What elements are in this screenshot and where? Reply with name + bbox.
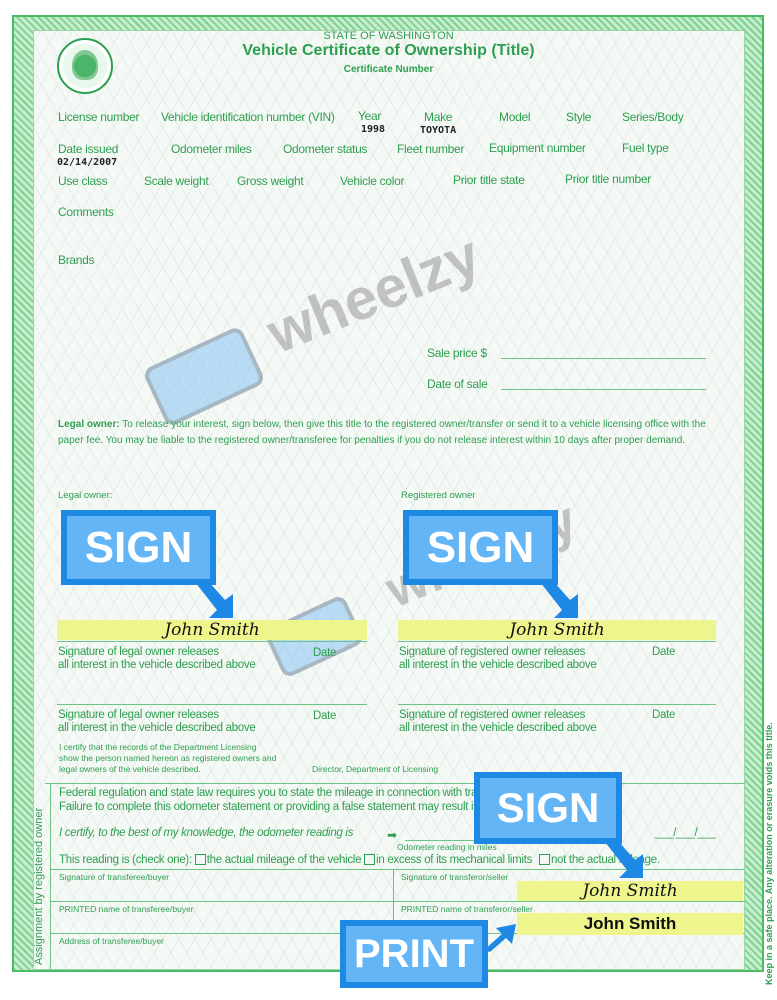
legal-sig1-caption-2: all interest in the vehicle described ab… (58, 659, 256, 671)
sign-callout-label: SIGN (67, 516, 210, 579)
print-callout: PRINT (340, 920, 488, 988)
legal-sig2-caption-2: all interest in the vehicle described ab… (58, 722, 256, 734)
sign-callout-seller: SIGN (474, 772, 622, 844)
prior-title-number-label: Prior title number (565, 172, 651, 186)
gross-weight-label: Gross weight (237, 174, 304, 188)
date-issued-label: Date issued (58, 142, 119, 156)
transferor-printed-field[interactable]: John Smith (517, 913, 743, 935)
opt-excess-label: in excess of its mechanical limits (376, 854, 533, 866)
legal-sig1-caption-1: Signature of legal owner releases (58, 646, 219, 658)
make-value: TOYOTA (420, 125, 457, 136)
equipment-number-label: Equipment number (489, 141, 586, 155)
license-number-label: License number (58, 110, 140, 124)
legal-owner-signature-field[interactable]: John Smith (57, 620, 367, 640)
reg-sig1-date: Date (652, 646, 676, 658)
vehicle-color-label: Vehicle color (340, 174, 405, 188)
model-label: Model (499, 110, 531, 124)
registered-owner-signature: John Smith (509, 620, 605, 640)
director-label: Director, Department of Licensing (312, 764, 439, 774)
fuel-type-label: Fuel type (622, 141, 669, 155)
signature-line (57, 641, 367, 642)
registered-owner-signature-2-field[interactable] (398, 704, 716, 705)
sign-callout-registered: SIGN (403, 510, 558, 585)
odometer-miles-label: Odometer miles (171, 142, 252, 156)
transferor-signature-field[interactable]: John Smith (517, 881, 743, 901)
state-name: STATE OF WASHINGTON (323, 30, 454, 42)
odometer-status-label: Odometer status (283, 142, 368, 156)
certify-text-2: show the person named hereon as register… (59, 753, 277, 763)
legal-sig2-date: Date (313, 710, 337, 722)
vin-label: Vehicle identification number (VIN) (161, 110, 335, 124)
legal-owner-label: Legal owner: (58, 490, 113, 501)
excess-limits-checkbox[interactable] (364, 854, 376, 866)
registered-owner-label: Registered owner (401, 490, 476, 501)
use-class-label: Use class (58, 174, 108, 188)
side-note: Keep in a safe place. Any alteration or … (764, 722, 774, 985)
actual-mileage-checkbox[interactable] (194, 854, 206, 866)
reg-sig1-caption-1: Signature of registered owner releases (399, 646, 586, 658)
date-issued-value: 02/14/2007 (57, 157, 118, 168)
certificate-number-label: Certificate Number (343, 64, 434, 75)
print-callout-label: PRINT (346, 926, 482, 982)
not-actual-checkbox[interactable] (538, 854, 550, 866)
date-of-sale-field[interactable] (501, 389, 706, 390)
reg-sig2-date: Date (652, 709, 676, 721)
reg-sig2-caption-2: all interest in the vehicle described ab… (399, 722, 597, 734)
divider (50, 783, 51, 969)
opt-actual-label: the actual mileage of the vehicle (206, 854, 362, 866)
transferee-signature-label: Signature of transferee/buyer (59, 872, 170, 882)
brands-label: Brands (58, 253, 95, 267)
fleet-number-label: Fleet number (397, 142, 465, 156)
comments-label: Comments (58, 205, 114, 219)
document-title: Vehicle Certificate of Ownership (Title) (242, 42, 535, 59)
odometer-certify: I certify, to the best of my knowledge, … (59, 827, 354, 839)
sale-price-field[interactable] (501, 358, 706, 359)
transferor-printed-name: John Smith (583, 914, 677, 933)
date-of-sale-label: Date of sale (427, 377, 488, 391)
odometer-date-field[interactable]: ___/___/___ (655, 827, 716, 839)
sign-arrow-icon (605, 842, 643, 878)
arrow-right-icon: ➡ (387, 828, 398, 842)
transferee-printed-label: PRINTED name of transferee/buyer (59, 904, 194, 914)
transferor-printed-label: PRINTED name of transferor/seller (401, 904, 533, 914)
check-one-row: This reading is (check one): the actual … (59, 854, 660, 866)
sign-callout-label: SIGN (480, 778, 616, 838)
sign-callout-legal: SIGN (61, 510, 216, 585)
sale-price-label: Sale price $ (427, 346, 487, 360)
transferor-signature: John Smith (582, 881, 678, 901)
transferor-signature-label: Signature of transferor/seller (401, 872, 509, 882)
legal-notice-lead: Legal owner: (58, 419, 120, 430)
certify-text-1: I certify that the records of the Depart… (59, 742, 257, 752)
series-body-label: Series/Body (622, 110, 684, 124)
legal-owner-signature: John Smith (164, 620, 260, 640)
divider (50, 901, 745, 902)
registered-owner-signature-field[interactable]: John Smith (398, 620, 716, 640)
scale-weight-label: Scale weight (144, 174, 209, 188)
legal-sig1-date: Date (313, 647, 337, 659)
transferee-address-label: Address of transferee/buyer (59, 936, 164, 946)
make-label: Make (424, 110, 453, 124)
sign-arrow-icon (540, 582, 578, 618)
print-arrow-icon (484, 924, 516, 952)
prior-title-state-label: Prior title state (453, 173, 525, 187)
check-intro: This reading is (check one): (59, 854, 192, 866)
certify-text-3: legal owners of the vehicle described. (59, 764, 201, 774)
assignment-side-label: Assignment by registered owner (33, 807, 45, 965)
sign-arrow-icon (195, 582, 233, 618)
legal-owner-notice: Legal owner: To release your interest, s… (58, 417, 718, 449)
legal-notice-text: To release your interest, sign below, th… (58, 419, 706, 446)
style-label: Style (566, 110, 592, 124)
year-label: Year (358, 109, 382, 123)
reg-sig1-caption-2: all interest in the vehicle described ab… (399, 659, 597, 671)
legal-sig2-caption-1: Signature of legal owner releases (58, 709, 219, 721)
sign-callout-label: SIGN (409, 516, 552, 579)
year-value: 1998 (361, 124, 386, 135)
signature-line (398, 641, 716, 642)
legal-owner-signature-2-field[interactable] (57, 704, 367, 705)
reg-sig2-caption-1: Signature of registered owner releases (399, 709, 586, 721)
